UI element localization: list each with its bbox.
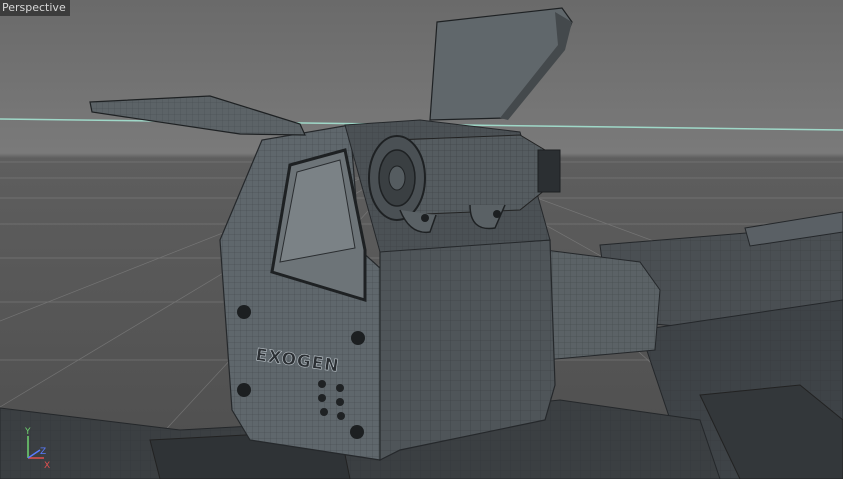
axis-z-label: Z xyxy=(40,447,46,457)
rear-flip-cap[interactable] xyxy=(429,7,573,121)
axis-y-label: Y xyxy=(24,427,31,437)
front-flip-cap[interactable] xyxy=(89,95,306,136)
axis-z-line xyxy=(27,449,41,459)
axis-x-label: X xyxy=(44,461,50,468)
axis-gizmo: Y X Z xyxy=(24,427,50,468)
viewport-camera-label[interactable]: Perspective xyxy=(0,0,70,16)
viewport-scene: EXOGEN xyxy=(0,7,843,479)
perspective-viewport[interactable]: EXOGEN Perspective Y X Z xyxy=(0,0,843,479)
